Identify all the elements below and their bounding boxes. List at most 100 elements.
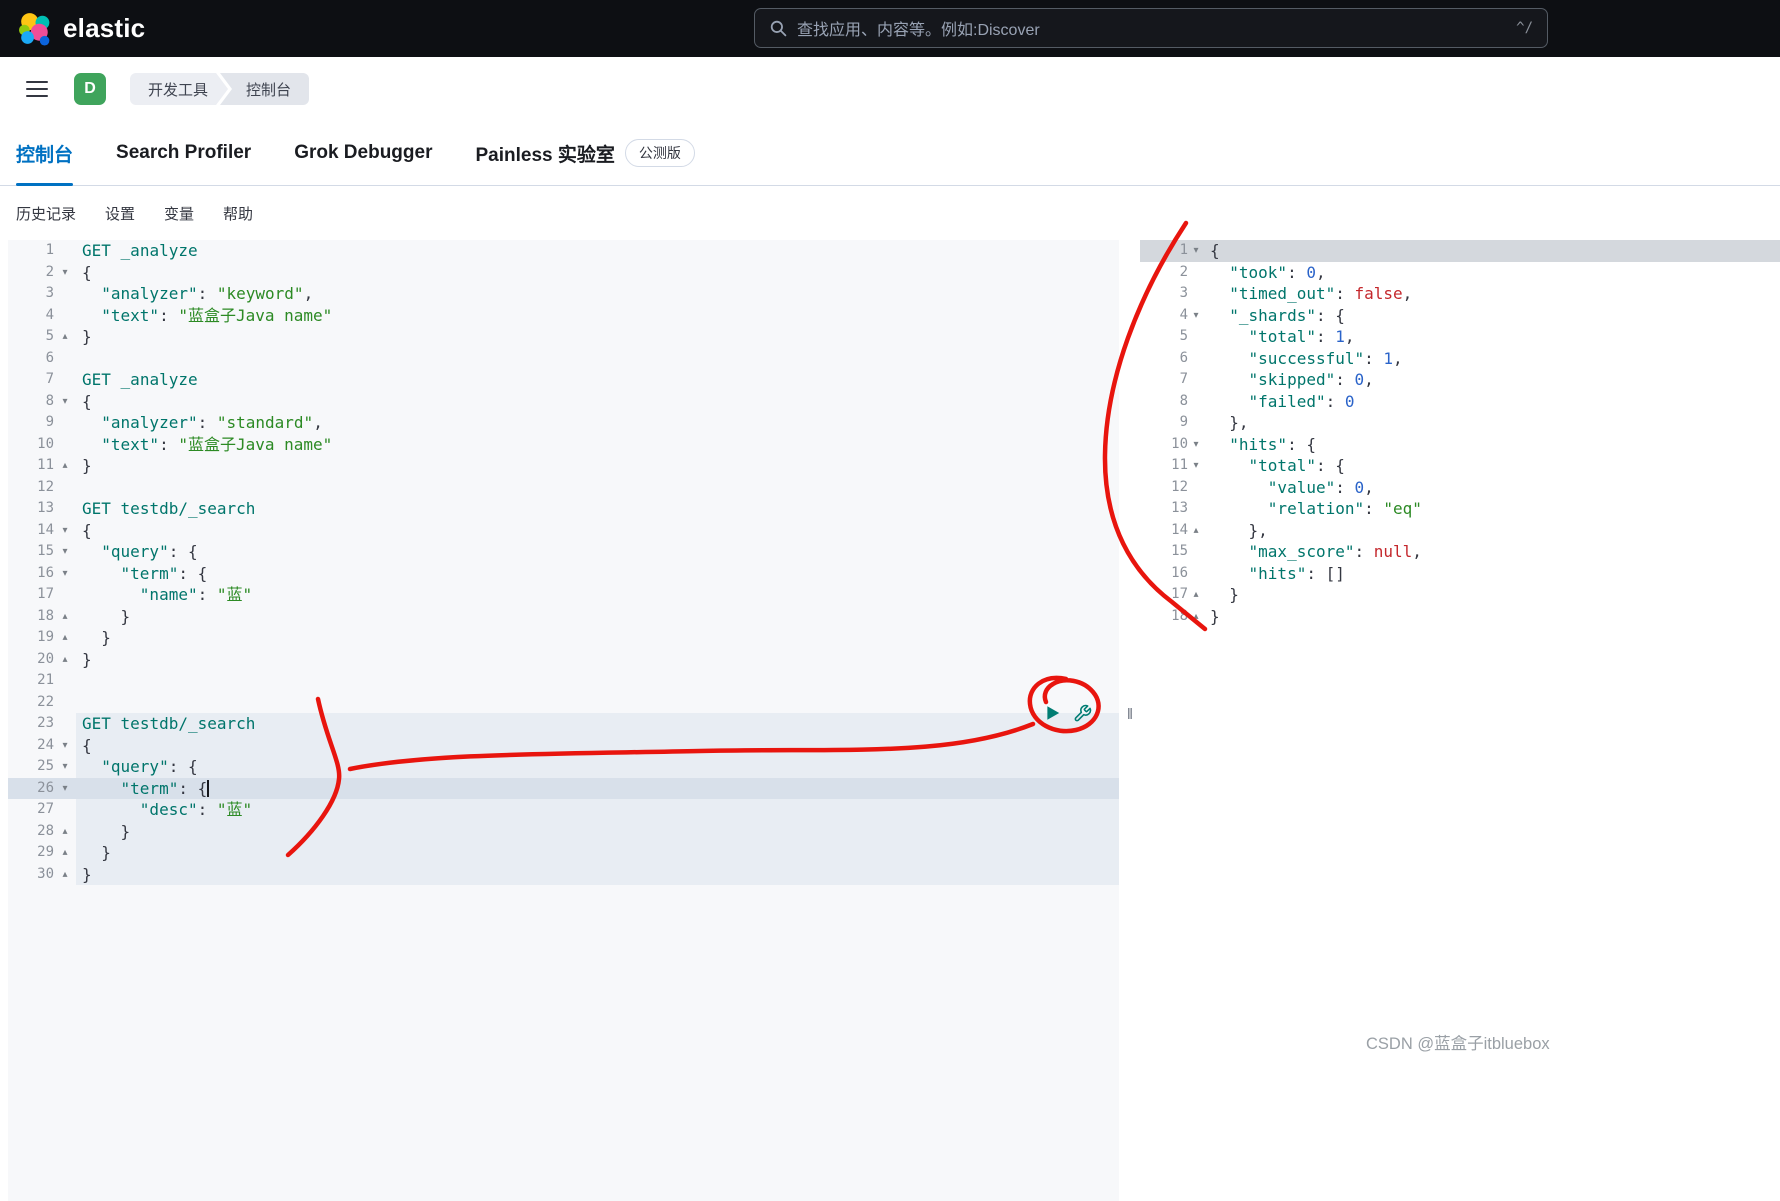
code-content[interactable] [76, 670, 1119, 692]
fold-close-icon[interactable]: ▴ [1188, 606, 1204, 628]
code-content[interactable]: "query": { [76, 756, 1119, 778]
elastic-logo[interactable]: elastic [0, 12, 145, 46]
fold-close-icon[interactable]: ▴ [1188, 584, 1204, 606]
code-content[interactable]: { [76, 262, 1119, 284]
code-content[interactable]: "successful": 1, [1204, 348, 1780, 370]
code-line[interactable]: 3 "timed_out": false, [1140, 283, 1780, 305]
code-content[interactable]: "took": 0, [1204, 262, 1780, 284]
fold-close-icon[interactable]: ▴ [54, 821, 76, 843]
code-content[interactable] [76, 477, 1119, 499]
code-line[interactable]: 12 [8, 477, 1119, 499]
code-line[interactable]: 23GET testdb/_search [8, 713, 1119, 735]
code-line[interactable]: 8 "failed": 0 [1140, 391, 1780, 413]
code-content[interactable]: "term": { [76, 563, 1119, 585]
code-content[interactable]: } [76, 821, 1119, 843]
fold-open-icon[interactable]: ▾ [54, 735, 76, 757]
code-content[interactable]: "failed": 0 [1204, 391, 1780, 413]
fold-close-icon[interactable]: ▴ [54, 842, 76, 864]
code-line[interactable]: 16▾ "term": { [8, 563, 1119, 585]
fold-close-icon[interactable]: ▴ [54, 864, 76, 886]
fold-close-icon[interactable]: ▴ [54, 455, 76, 477]
code-line[interactable]: 6 [8, 348, 1119, 370]
code-line[interactable]: 13GET testdb/_search [8, 498, 1119, 520]
breadcrumb-console[interactable]: 控制台 [220, 73, 309, 105]
fold-open-icon[interactable]: ▾ [54, 520, 76, 542]
fold-open-icon[interactable]: ▾ [1188, 455, 1204, 477]
code-line[interactable]: 13 "relation": "eq" [1140, 498, 1780, 520]
code-content[interactable]: "total": { [1204, 455, 1780, 477]
code-line[interactable]: 15 "max_score": null, [1140, 541, 1780, 563]
fold-open-icon[interactable]: ▾ [1188, 305, 1204, 327]
code-content[interactable]: } [76, 842, 1119, 864]
help-button[interactable]: 帮助 [223, 203, 253, 224]
code-line[interactable]: 15▾ "query": { [8, 541, 1119, 563]
code-line[interactable]: 27 "desc": "蓝" [8, 799, 1119, 821]
code-content[interactable]: { [1204, 240, 1780, 262]
code-content[interactable]: "analyzer": "standard", [76, 412, 1119, 434]
fold-close-icon[interactable]: ▴ [54, 649, 76, 671]
code-content[interactable]: } [76, 606, 1119, 628]
code-content[interactable]: GET testdb/_search [76, 498, 1119, 520]
code-content[interactable]: "name": "蓝" [76, 584, 1119, 606]
code-line[interactable]: 5▴} [8, 326, 1119, 348]
code-line[interactable]: 7GET _analyze [8, 369, 1119, 391]
tab-painless-lab[interactable]: Painless 实验室 [476, 140, 615, 167]
code-line[interactable]: 10▾ "hits": { [1140, 434, 1780, 456]
code-content[interactable]: } [76, 864, 1119, 886]
code-line[interactable]: 21 [8, 670, 1119, 692]
code-content[interactable]: "analyzer": "keyword", [76, 283, 1119, 305]
code-content[interactable] [76, 348, 1119, 370]
code-content[interactable]: } [76, 627, 1119, 649]
code-line[interactable]: 11▴} [8, 455, 1119, 477]
breadcrumb-dev-tools[interactable]: 开发工具 [130, 73, 228, 105]
fold-close-icon[interactable]: ▴ [54, 326, 76, 348]
fold-close-icon[interactable]: ▴ [54, 606, 76, 628]
code-content[interactable]: "value": 0, [1204, 477, 1780, 499]
code-line[interactable]: 25▾ "query": { [8, 756, 1119, 778]
variables-button[interactable]: 变量 [164, 203, 194, 224]
panel-resizer[interactable]: ‖ [1120, 706, 1140, 723]
code-line[interactable]: 19▴ } [8, 627, 1119, 649]
code-content[interactable]: } [76, 455, 1119, 477]
code-line[interactable]: 4▾ "_shards": { [1140, 305, 1780, 327]
code-line[interactable]: 17 "name": "蓝" [8, 584, 1119, 606]
code-line[interactable]: 14▴ }, [1140, 520, 1780, 542]
code-content[interactable]: "term": { [76, 778, 1119, 800]
request-options-button[interactable] [1071, 702, 1093, 724]
code-content[interactable]: "hits": { [1204, 434, 1780, 456]
code-line[interactable]: 2 "took": 0, [1140, 262, 1780, 284]
code-content[interactable]: "hits": [] [1204, 563, 1780, 585]
code-content[interactable]: } [1204, 606, 1780, 628]
code-content[interactable]: } [76, 326, 1119, 348]
code-content[interactable]: "skipped": 0, [1204, 369, 1780, 391]
fold-close-icon[interactable]: ▴ [54, 627, 76, 649]
code-line[interactable]: 26▾ "term": { [8, 778, 1119, 800]
code-line[interactable]: 24▾{ [8, 735, 1119, 757]
code-content[interactable]: } [76, 649, 1119, 671]
code-content[interactable]: "query": { [76, 541, 1119, 563]
fold-open-icon[interactable]: ▾ [54, 756, 76, 778]
code-line[interactable]: 18▴} [1140, 606, 1780, 628]
fold-open-icon[interactable]: ▾ [54, 391, 76, 413]
code-content[interactable]: "relation": "eq" [1204, 498, 1780, 520]
fold-open-icon[interactable]: ▾ [1188, 240, 1204, 262]
code-line[interactable]: 4 "text": "蓝盒子Java name" [8, 305, 1119, 327]
code-line[interactable]: 18▴ } [8, 606, 1119, 628]
code-content[interactable]: { [76, 391, 1119, 413]
menu-hamburger-icon[interactable] [26, 81, 48, 98]
tab-grok-debugger[interactable]: Grok Debugger [294, 121, 432, 185]
code-line[interactable]: 6 "successful": 1, [1140, 348, 1780, 370]
code-content[interactable]: "timed_out": false, [1204, 283, 1780, 305]
code-content[interactable]: GET _analyze [76, 240, 1119, 262]
code-content[interactable]: }, [1204, 520, 1780, 542]
tab-console[interactable]: 控制台 [16, 121, 73, 185]
code-content[interactable]: GET testdb/_search [76, 713, 1119, 735]
code-line[interactable]: 30▴} [8, 864, 1119, 886]
code-line[interactable]: 5 "total": 1, [1140, 326, 1780, 348]
code-line[interactable]: 1▾{ [1140, 240, 1780, 262]
fold-close-icon[interactable]: ▴ [1188, 520, 1204, 542]
code-content[interactable]: "total": 1, [1204, 326, 1780, 348]
response-editor[interactable]: 1▾{2 "took": 0,3 "timed_out": false,4▾ "… [1140, 240, 1780, 1201]
fold-open-icon[interactable]: ▾ [54, 778, 76, 800]
code-content[interactable]: GET _analyze [76, 369, 1119, 391]
